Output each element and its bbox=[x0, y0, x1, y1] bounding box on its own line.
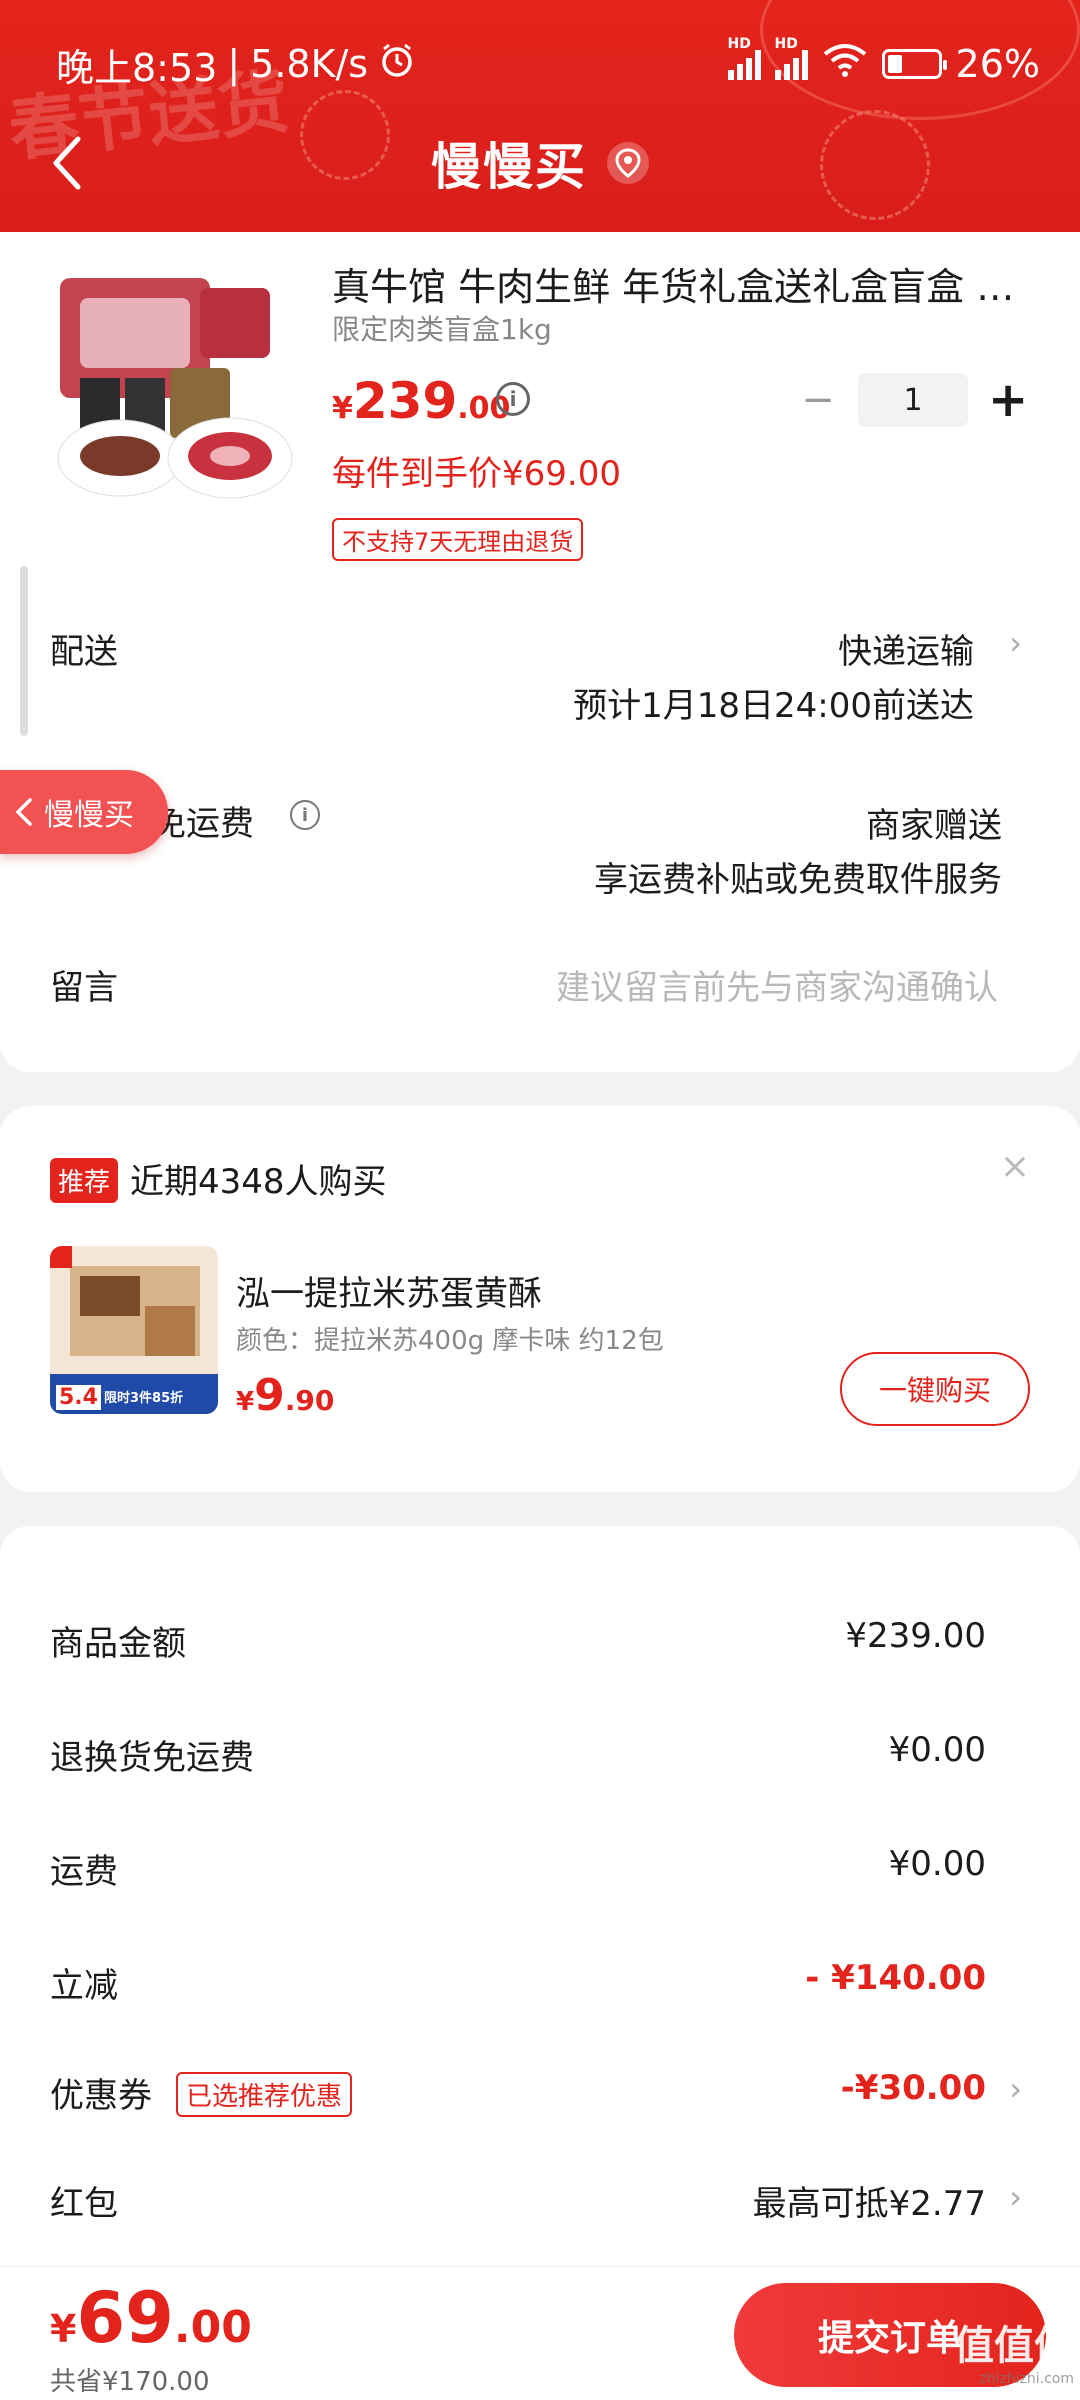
page-title: 慢慢买 bbox=[431, 138, 587, 196]
recommend-product-image[interactable]: 5.4 限时3件85折 bbox=[50, 1246, 218, 1414]
quantity-stepper: − 1 + bbox=[798, 372, 1028, 428]
redpack-value[interactable]: 最高可抵¥2.77 bbox=[753, 2176, 986, 2225]
discount-value: - ¥140.00 bbox=[805, 1958, 986, 1998]
goods-amount-label: 商品金额 bbox=[50, 1624, 186, 1664]
delivery-eta: 预计1月18日24:00前送达 bbox=[573, 686, 974, 726]
return-fee-desc: 享运费补贴或免费取件服务 bbox=[594, 860, 1002, 900]
recommend-card: 推荐 近期4348人购买 × 5.4 限时3件85折 泓一提拉米苏蛋黄酥 颜色：… bbox=[0, 1106, 1080, 1492]
scroll-indicator bbox=[20, 566, 28, 736]
wifi-icon bbox=[822, 42, 868, 87]
redpack-label: 红包 bbox=[50, 2184, 118, 2224]
each-price: 每件到手价¥69.00 bbox=[332, 454, 621, 494]
discount-label: 立减 bbox=[50, 1966, 118, 2006]
status-time: 晚上8:53 bbox=[56, 45, 218, 90]
floating-back-pill[interactable]: 慢慢买 bbox=[0, 770, 168, 854]
product-title[interactable]: 真牛馆 牛肉生鲜 年货礼盒送礼盒盲盒 限定肉类盲盒1kg bbox=[332, 256, 1022, 311]
recommend-product-name[interactable]: 泓一提拉米苏蛋黄酥 bbox=[236, 1266, 542, 1315]
recommend-product-sku: 颜色：提拉米苏400g 摩卡味 约12包 bbox=[236, 1326, 664, 1356]
total-price: ¥ 69 .00 bbox=[50, 2277, 252, 2359]
message-input[interactable]: 建议留言前先与商家沟通确认 bbox=[556, 960, 998, 1009]
recommend-badge: 推荐 bbox=[50, 1158, 119, 1203]
header: 春节送货 晚上8:53 | 5.8K/s HD HD 26% 慢慢买 bbox=[0, 0, 1080, 232]
message-label: 留言 bbox=[50, 968, 118, 1008]
bottom-bar: ¥ 69 .00 共省¥170.00 提交订单 值值值 zhizhizhi.co… bbox=[0, 2266, 1080, 2400]
alarm-icon bbox=[378, 41, 416, 88]
shipping-fee-label: 运费 bbox=[50, 1852, 118, 1892]
watermark-logo: 值值值 zhizhizhi.com bbox=[954, 2322, 1074, 2387]
return-shipping-value: ¥0.00 bbox=[888, 1730, 986, 1770]
one-click-buy-button[interactable]: 一键购买 bbox=[840, 1352, 1030, 1426]
recommend-title: 近期4348人购买 bbox=[130, 1162, 387, 1202]
delivery-label: 配送 bbox=[50, 632, 118, 672]
product-image[interactable] bbox=[50, 258, 298, 506]
floating-pill-label: 慢慢买 bbox=[44, 798, 134, 833]
recommend-product-price: ¥ 9 .90 bbox=[236, 1370, 335, 1421]
chevron-right-icon[interactable]: › bbox=[1009, 624, 1022, 662]
chevron-left-icon bbox=[15, 798, 32, 826]
page-title-area: 慢慢买 bbox=[0, 128, 1080, 198]
return-fee-value: 商家赠送 bbox=[866, 806, 1002, 846]
goods-amount-value: ¥239.00 bbox=[845, 1616, 986, 1656]
close-icon[interactable]: × bbox=[1000, 1146, 1030, 1187]
status-bar: 晚上8:53 | 5.8K/s HD HD 26% bbox=[56, 36, 1040, 90]
promo-text: 限时3件85折 bbox=[104, 1391, 184, 1406]
shipping-fee-value: ¥0.00 bbox=[888, 1844, 986, 1884]
increase-quantity-button[interactable]: + bbox=[988, 372, 1028, 428]
product-sku[interactable]: 限定肉类盲盒1kg bbox=[332, 308, 552, 348]
total-saved: 共省¥170.00 bbox=[50, 2367, 210, 2397]
battery-icon bbox=[881, 49, 947, 79]
price-summary-card: 商品金额 ¥239.00 退换货免运费 ¥0.00 运费 ¥0.00 立减 - … bbox=[0, 1526, 1080, 2266]
chevron-right-icon[interactable]: › bbox=[1009, 2070, 1022, 2108]
battery-level: 26% bbox=[955, 42, 1040, 86]
price-info-icon[interactable]: i bbox=[496, 382, 530, 416]
decrease-quantity-button[interactable]: − bbox=[798, 377, 838, 423]
coupon-tag: 已选推荐优惠 bbox=[176, 2072, 353, 2117]
return-shipping-label: 退换货免运费 bbox=[50, 1738, 254, 1778]
coupon-label: 优惠券 bbox=[50, 2076, 152, 2116]
quantity-input[interactable]: 1 bbox=[858, 373, 968, 427]
promo-badge: 5.4 bbox=[56, 1385, 101, 1410]
network-speed: 5.8K/s bbox=[250, 42, 369, 86]
order-card: 真牛馆 牛肉生鲜 年货礼盒送礼盒盲盒 限定肉类盲盒1kg 限定肉类盲盒1kg ¥… bbox=[0, 232, 1080, 1072]
signal-icon: HD bbox=[727, 36, 761, 80]
return-fee-info-icon[interactable]: i bbox=[290, 800, 320, 830]
location-pin-icon[interactable] bbox=[607, 142, 649, 184]
product-price: ¥ 239 .00 bbox=[332, 372, 511, 430]
coupon-value[interactable]: -¥30.00 bbox=[841, 2068, 986, 2108]
delivery-method[interactable]: 快递运输 bbox=[838, 624, 974, 673]
chevron-right-icon[interactable]: › bbox=[1009, 2178, 1022, 2216]
signal-icon: HD bbox=[774, 36, 808, 80]
return-policy-tag: 不支持7天无理由退货 bbox=[332, 518, 584, 561]
